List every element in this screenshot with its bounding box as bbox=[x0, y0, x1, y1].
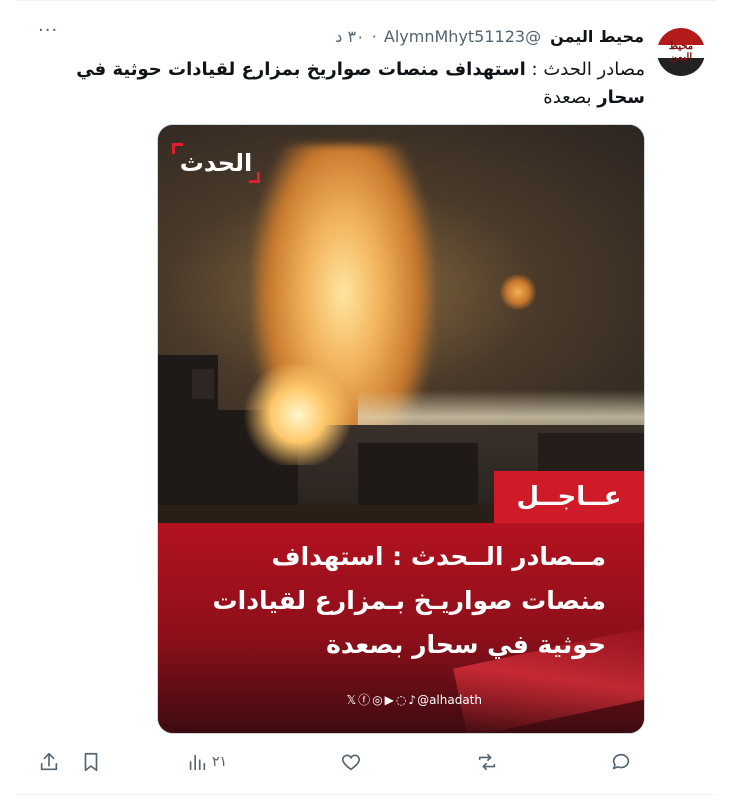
urgent-badge: عــاجــل bbox=[494, 471, 644, 523]
image-headline: مــصادر الــحدث : استهداف منصات صواريـخ … bbox=[212, 542, 606, 659]
separator-dot: · bbox=[371, 27, 377, 46]
views-count: ٢١ bbox=[212, 754, 228, 770]
action-bar: ٢١ bbox=[0, 746, 732, 778]
image-explosion-flash bbox=[238, 365, 358, 465]
views-button[interactable]: ٢١ bbox=[186, 746, 227, 778]
alhadath-logo: الحدث bbox=[172, 143, 260, 183]
youtube-icon: ▶ bbox=[384, 693, 394, 707]
image-building bbox=[358, 443, 478, 505]
heart-icon bbox=[342, 754, 360, 771]
social-handle-text: @alhadath bbox=[417, 693, 482, 707]
views-icon bbox=[189, 754, 206, 771]
tiktok-icon: ♪ bbox=[408, 693, 417, 707]
image-water-tank bbox=[192, 369, 214, 399]
whatsapp-icon: ◌ bbox=[395, 693, 407, 707]
facebook-icon: ⓕ bbox=[358, 693, 371, 707]
tweet-text-suffix: بصعدة bbox=[543, 87, 598, 108]
more-options-icon[interactable]: ··· bbox=[38, 22, 64, 42]
avatar[interactable]: محيط اليمن bbox=[657, 28, 705, 76]
retweet-icon bbox=[478, 753, 496, 771]
retweet-button[interactable] bbox=[476, 746, 498, 778]
tweet-text-prefix: مصادر الحدث : bbox=[525, 59, 645, 80]
tweet-time[interactable]: ٣٠ د bbox=[335, 27, 364, 46]
like-button[interactable] bbox=[340, 746, 362, 778]
author-name[interactable]: محيط اليمن bbox=[550, 27, 644, 46]
tweet-image[interactable]: الحدث عــاجــل مــصادر الــحدث : استهداف… bbox=[157, 124, 645, 734]
avatar-text: محيط اليمن bbox=[668, 41, 694, 63]
social-handles: 𝕏ⓕ ◎ ▶ ◌ ♪@alhadath bbox=[346, 691, 483, 708]
bottom-divider bbox=[16, 794, 716, 795]
bookmark-icon bbox=[84, 752, 98, 772]
tweet-header: محيط اليمن @AlymnMhyt51123 · ٣٠ د bbox=[335, 26, 644, 48]
bookmark-button[interactable] bbox=[80, 746, 102, 778]
reply-icon bbox=[612, 753, 630, 770]
logo-bracket bbox=[172, 143, 183, 154]
reply-button[interactable] bbox=[610, 746, 632, 778]
logo-bracket bbox=[249, 172, 260, 183]
logo-text: الحدث bbox=[179, 149, 253, 177]
top-divider bbox=[16, 0, 716, 1]
x-icon: 𝕏 bbox=[346, 693, 357, 707]
tweet-text: مصادر الحدث : استهداف منصات صواريخ بمزار… bbox=[40, 56, 645, 112]
image-fire-orb bbox=[500, 275, 536, 309]
share-button[interactable] bbox=[38, 746, 60, 778]
author-handle[interactable]: @AlymnMhyt51123 bbox=[384, 27, 541, 46]
share-icon bbox=[40, 752, 58, 771]
instagram-icon: ◎ bbox=[372, 693, 383, 707]
